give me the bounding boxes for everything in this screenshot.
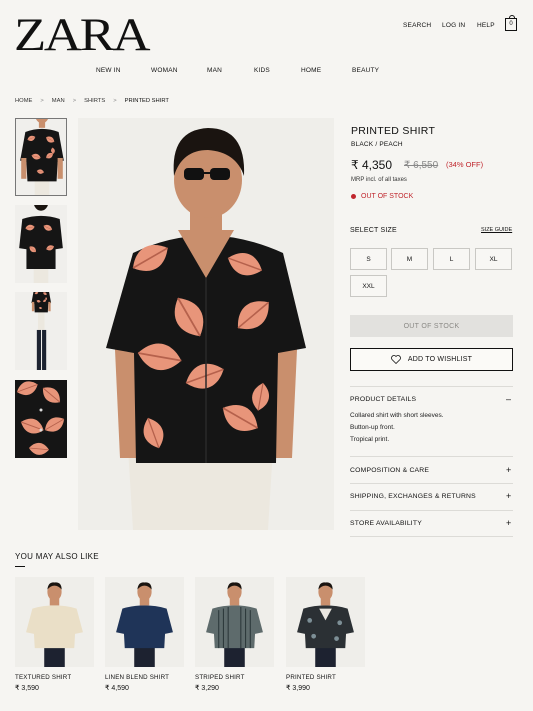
thumbnail-fabric-detail[interactable] (15, 380, 67, 458)
thumbnail-full-length[interactable] (15, 292, 67, 370)
thumbnail-front[interactable] (15, 118, 67, 196)
plus-icon[interactable]: + (506, 466, 511, 475)
discount-badge: (34% OFF) (446, 160, 484, 169)
related-product-name[interactable]: TEXTURED SHIRT (15, 674, 71, 681)
store-availability-toggle[interactable]: STORE AVAILABILITY (350, 520, 422, 527)
breadcrumb-separator: > (113, 98, 117, 104)
related-product-name[interactable]: STRIPED SHIRT (195, 674, 245, 681)
minus-icon[interactable]: – (506, 395, 511, 404)
main-product-image[interactable] (78, 118, 334, 530)
heading-underline (15, 566, 25, 567)
breadcrumb-current: PRINTED SHIRT (124, 98, 169, 104)
nav-new-in[interactable]: NEW IN (96, 67, 121, 74)
size-xl[interactable]: XL (475, 248, 512, 270)
nav-woman[interactable]: WOMAN (151, 67, 178, 74)
plus-icon[interactable]: + (506, 519, 511, 528)
shipping-returns-toggle[interactable]: SHIPPING, EXCHANGES & RETURNS (350, 493, 476, 500)
related-product-image[interactable] (105, 577, 184, 667)
detail-line-3: Tropical print. (350, 436, 390, 443)
size-guide-link[interactable]: SIZE GUIDE (481, 227, 512, 233)
stock-status: OUT OF STOCK (351, 193, 413, 200)
out-of-stock-dot (351, 194, 356, 199)
related-product-price: ₹ 4,590 (105, 685, 129, 692)
plus-icon[interactable]: + (506, 492, 511, 501)
related-product-image[interactable] (195, 577, 274, 667)
divider (350, 456, 513, 457)
heart-icon (391, 355, 401, 364)
product-color: BLACK / PEACH (351, 141, 403, 148)
breadcrumb-man[interactable]: MAN (52, 98, 65, 104)
breadcrumb-home[interactable]: HOME (15, 98, 32, 104)
zara-logo[interactable]: ZARA (14, 10, 151, 60)
breadcrumb: HOME > MAN > SHIRTS > PRINTED SHIRT (15, 98, 169, 104)
detail-line-2: Button-up front. (350, 424, 395, 431)
related-product-price: ₹ 3,590 (15, 685, 39, 692)
composition-care-toggle[interactable]: COMPOSITION & CARE (350, 467, 429, 474)
size-xxl[interactable]: XXL (350, 275, 387, 297)
thumbnail-back[interactable] (15, 205, 67, 283)
search-link[interactable]: SEARCH (403, 22, 431, 29)
related-product-price: ₹ 3,290 (195, 685, 219, 692)
related-heading: YOU MAY ALSO LIKE (15, 552, 99, 561)
nav-man[interactable]: MAN (207, 67, 222, 74)
product-mrp: ₹ 6,550 (404, 160, 439, 171)
product-title: PRINTED SHIRT (351, 125, 436, 137)
product-price: ₹ 4,350 (351, 158, 392, 172)
breadcrumb-separator: > (72, 98, 77, 104)
divider (350, 483, 513, 484)
related-product-name[interactable]: LINEN BLEND SHIRT (105, 674, 169, 681)
add-to-wishlist-button[interactable]: ADD TO WISHLIST (350, 348, 513, 371)
breadcrumb-separator: > (40, 98, 44, 104)
tax-note: MRP incl. of all taxes (351, 177, 407, 183)
out-of-stock-button[interactable]: OUT OF STOCK (350, 315, 513, 337)
stock-status-label: OUT OF STOCK (361, 193, 414, 200)
nav-kids[interactable]: KIDS (254, 67, 270, 74)
breadcrumb-shirts[interactable]: SHIRTS (84, 98, 105, 104)
size-s[interactable]: S (350, 248, 387, 270)
related-product-image[interactable] (15, 577, 94, 667)
select-size-heading: SELECT SIZE (350, 227, 397, 234)
related-product-name[interactable]: PRINTED SHIRT (286, 674, 336, 681)
bag-icon[interactable]: 0 (505, 15, 517, 31)
login-link[interactable]: LOG IN (442, 22, 465, 29)
help-link[interactable]: HELP (477, 22, 495, 29)
size-m[interactable]: M (391, 248, 428, 270)
detail-line-1: Collared shirt with short sleeves. (350, 412, 444, 419)
related-product-image[interactable] (286, 577, 365, 667)
divider (350, 510, 513, 511)
divider (350, 386, 513, 387)
size-l[interactable]: L (433, 248, 470, 270)
nav-beauty[interactable]: BEAUTY (352, 67, 379, 74)
divider (350, 536, 513, 537)
related-product-price: ₹ 3,990 (286, 685, 310, 692)
nav-home[interactable]: HOME (301, 67, 321, 74)
wishlist-label: ADD TO WISHLIST (407, 356, 473, 363)
product-details-toggle[interactable]: PRODUCT DETAILS (350, 396, 416, 403)
